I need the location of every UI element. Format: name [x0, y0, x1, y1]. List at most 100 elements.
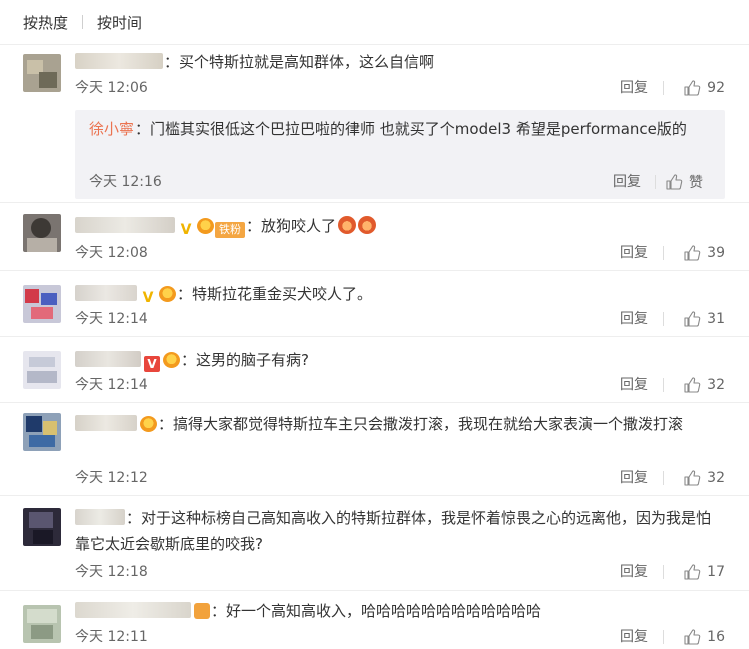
username-blurred[interactable] — [75, 351, 141, 367]
sort-divider — [82, 15, 84, 29]
like-count: 32 — [707, 377, 725, 393]
comment-item: V ：这男的脑子有病? 今天 12:14 回复 32 — [0, 336, 749, 402]
thumb-up-icon — [684, 629, 701, 645]
sub-reply-time: 今天 12:16 — [89, 174, 162, 190]
comment-meta: 今天 12:18 回复 17 — [75, 562, 725, 582]
sub-reply-username[interactable]: 徐小寧 — [89, 120, 134, 138]
avatar[interactable] — [23, 214, 61, 252]
reply-button[interactable]: 回复 — [620, 243, 648, 263]
colon-separator: ： — [164, 53, 180, 71]
sub-reply-text: 门槛其实很低这个巴拉巴啦的律师 也就买了个model3 希望是performan… — [150, 120, 687, 138]
reply-button[interactable]: 回复 — [620, 627, 648, 647]
comment-item: ：买个特斯拉就是高知群体，这么自信啊 今天 12:06 回复 92 徐小寧：门槛… — [0, 44, 749, 202]
like-button[interactable]: 16 — [683, 627, 725, 647]
like-count: 32 — [707, 470, 725, 486]
colon-separator: ： — [181, 351, 197, 369]
comment-body: ：搞得大家都觉得特斯拉车主只会撒泼打滚，我现在就给大家表演一个撒泼打滚 — [75, 411, 725, 437]
dog-emoji-icon — [358, 216, 377, 234]
username-blurred[interactable] — [75, 509, 125, 525]
reply-button[interactable]: 回复 — [620, 375, 648, 395]
crown-badge-icon — [194, 603, 210, 619]
comment-time: 今天 12:06 — [75, 80, 148, 96]
like-count: 16 — [707, 629, 725, 645]
like-button[interactable]: 92 — [683, 78, 725, 98]
comment-item: V 铁粉 ：放狗咬人了 今天 12:08 回复 39 — [0, 202, 749, 270]
comment-text: 放狗咬人了 — [261, 217, 337, 235]
comment-body: V 铁粉 ：放狗咬人了 — [75, 213, 725, 239]
avatar[interactable] — [23, 285, 61, 323]
avatar[interactable] — [23, 351, 61, 389]
like-button[interactable]: 32 — [683, 468, 725, 488]
like-count: 39 — [707, 245, 725, 261]
comment-item: ：搞得大家都觉得特斯拉车主只会撒泼打滚，我现在就给大家表演一个撒泼打滚 今天 1… — [0, 402, 749, 495]
colon-separator: ： — [158, 415, 174, 433]
meta-divider — [663, 630, 664, 644]
username-blurred[interactable] — [75, 415, 137, 431]
comment-item: ：对于这种标榜自己高知高收入的特斯拉群体，我是怀着惊畏之心的远离他，因为我是怕靠… — [0, 495, 749, 590]
thumb-up-icon — [684, 564, 701, 580]
sort-bar: 按热度 按时间 — [0, 0, 749, 44]
like-button[interactable]: 31 — [683, 309, 725, 329]
username-blurred[interactable] — [75, 285, 137, 301]
comment-meta: 今天 12:12 回复 32 — [75, 468, 725, 488]
meta-divider — [663, 81, 664, 95]
comment-time: 今天 12:08 — [75, 245, 148, 261]
fan-badge: 铁粉 — [215, 222, 245, 238]
like-count: 92 — [707, 80, 725, 96]
thumb-up-icon — [684, 377, 701, 393]
comment-text: 这男的脑子有病? — [196, 351, 309, 369]
comment-item: ：好一个高知高收入，哈哈哈哈哈哈哈哈哈哈哈哈 今天 12:11 回复 16 — [0, 590, 749, 649]
sub-reply-button[interactable]: 回复 — [613, 172, 641, 192]
thumb-up-icon — [684, 311, 701, 327]
username-blurred[interactable] — [75, 53, 163, 69]
colon-separator: ： — [211, 602, 227, 620]
comment-time: 今天 12:14 — [75, 311, 148, 327]
avatar[interactable] — [23, 605, 61, 643]
comment-body: V ：特斯拉花重金买犬咬人了。 — [75, 281, 725, 307]
like-count: 17 — [707, 564, 725, 580]
reply-button[interactable]: 回复 — [620, 468, 648, 488]
comment-body: ：对于这种标榜自己高知高收入的特斯拉群体，我是怀着惊畏之心的远离他，因为我是怕靠… — [75, 505, 725, 557]
meta-divider — [663, 312, 664, 326]
username-blurred[interactable] — [75, 602, 191, 618]
comment-time: 今天 12:18 — [75, 564, 148, 580]
verified-v-icon: V — [144, 356, 160, 372]
like-button[interactable]: 17 — [683, 562, 725, 582]
username-blurred[interactable] — [75, 217, 175, 233]
meta-divider — [663, 471, 664, 485]
thumb-up-icon — [666, 174, 683, 190]
colon-separator: ： — [135, 120, 151, 138]
comment-item: V ：特斯拉花重金买犬咬人了。 今天 12:14 回复 31 — [0, 270, 749, 336]
reply-button[interactable]: 回复 — [620, 562, 648, 582]
sub-like-button[interactable]: 赞 — [665, 172, 703, 192]
meta-divider — [663, 565, 664, 579]
sort-by-time-tab[interactable]: 按时间 — [97, 12, 142, 33]
like-count: 31 — [707, 311, 725, 327]
sub-reply-body: 徐小寧：门槛其实很低这个巴拉巴啦的律师 也就买了个model3 希望是perfo… — [89, 115, 711, 144]
colon-separator: ： — [177, 285, 193, 303]
like-button[interactable]: 39 — [683, 243, 725, 263]
colon-separator: ： — [126, 509, 142, 527]
sub-reply-meta: 今天 12:16 回复 赞 — [89, 172, 703, 192]
reply-button[interactable]: 回复 — [620, 78, 648, 98]
comment-text: 对于这种标榜自己高知高收入的特斯拉群体，我是怀着惊畏之心的远离他，因为我是怕靠它… — [75, 509, 712, 553]
avatar[interactable] — [23, 54, 61, 92]
like-label: 赞 — [689, 175, 703, 191]
avatar[interactable] — [23, 413, 61, 451]
crown-badge-icon — [197, 218, 214, 234]
avatar[interactable] — [23, 508, 61, 546]
comment-meta: 今天 12:06 回复 92 — [75, 78, 725, 98]
meta-divider — [663, 246, 664, 260]
comment-meta: 今天 12:14 回复 32 — [75, 375, 725, 395]
comment-text: 搞得大家都觉得特斯拉车主只会撒泼打滚，我现在就给大家表演一个撒泼打滚 — [173, 415, 684, 433]
comment-body: ：好一个高知高收入，哈哈哈哈哈哈哈哈哈哈哈哈 — [75, 598, 725, 624]
crown-badge-icon — [159, 286, 176, 302]
comment-text: 特斯拉花重金买犬咬人了。 — [192, 285, 373, 303]
crown-badge-icon — [140, 416, 157, 432]
colon-separator: ： — [246, 217, 262, 235]
sort-by-hot-tab[interactable]: 按热度 — [23, 12, 68, 33]
reply-button[interactable]: 回复 — [620, 309, 648, 329]
comment-text: 买个特斯拉就是高知群体，这么自信啊 — [179, 53, 435, 71]
comment-meta: 今天 12:08 回复 39 — [75, 243, 725, 263]
like-button[interactable]: 32 — [683, 375, 725, 395]
